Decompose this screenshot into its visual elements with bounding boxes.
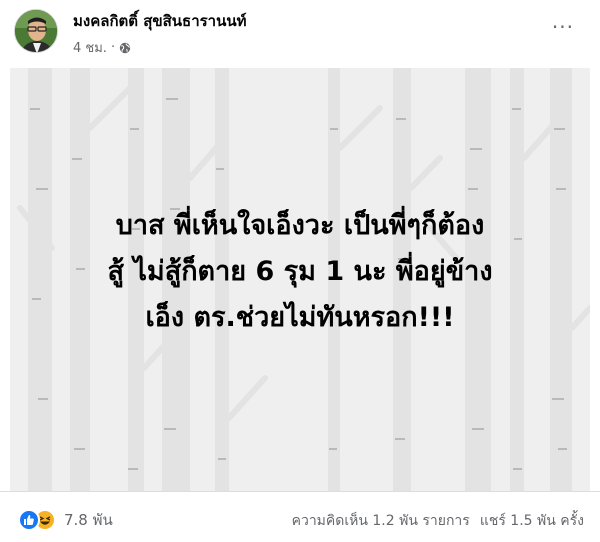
avatar-image bbox=[15, 10, 57, 52]
post-text-line: เอ็ง ตร.ช่วยไม่ทันหรอก!!! bbox=[145, 302, 455, 333]
reaction-count: 7.8 พัน bbox=[64, 511, 113, 529]
author-name[interactable]: มงคลกิตติ์ สุขสินธารานนท์ bbox=[73, 9, 247, 33]
meta-separator: · bbox=[110, 40, 116, 55]
post-time[interactable]: 4 ชม. bbox=[73, 37, 107, 58]
post-meta: 4 ชม. · bbox=[73, 37, 131, 58]
more-options-button[interactable]: ··· bbox=[552, 17, 574, 37]
post-text-line: บาส พี่เห็นใจเอ็งวะ เป็นพี่ๆก็ต้อง bbox=[115, 210, 485, 241]
post-text-line: สู้ ไม่สู้ก็ตาย 6 รุม 1 นะ พี่อยู่ข้าง bbox=[107, 256, 493, 287]
comments-count-link[interactable]: ความคิดเห็น 1.2 พัน รายการ bbox=[292, 510, 470, 532]
engagement-stats: ความคิดเห็น 1.2 พัน รายการ แชร์ 1.5 พัน … bbox=[292, 510, 584, 532]
avatar[interactable] bbox=[14, 9, 58, 53]
reactions-summary[interactable]: 7.8 พัน bbox=[18, 508, 113, 532]
post-text: บาส พี่เห็นใจเอ็งวะ เป็นพี่ๆก็ต้อง สู้ ไ… bbox=[10, 203, 590, 341]
shares-count-link[interactable]: แชร์ 1.5 พัน ครั้ง bbox=[480, 510, 584, 532]
post-footer: 7.8 พัน ความคิดเห็น 1.2 พัน รายการ แชร์ … bbox=[0, 491, 600, 542]
globe-icon bbox=[119, 42, 131, 53]
post-header: มงคลกิตติ์ สุขสินธารานนท์ 4 ชม. · ··· bbox=[0, 0, 600, 68]
post-background-image: บาส พี่เห็นใจเอ็งวะ เป็นพี่ๆก็ต้อง สู้ ไ… bbox=[10, 68, 590, 491]
like-reaction-icon bbox=[18, 509, 40, 531]
